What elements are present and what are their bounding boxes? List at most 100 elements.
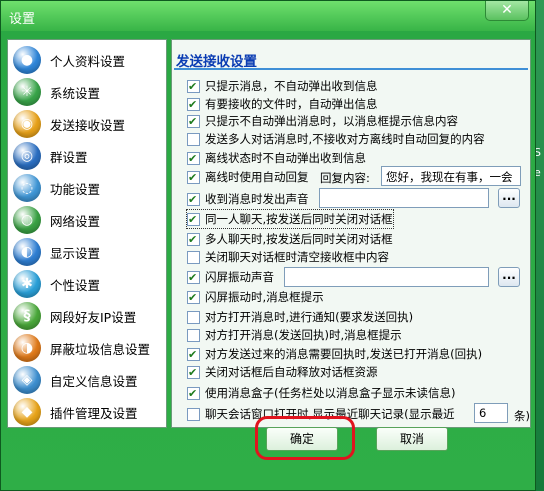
- checkbox[interactable]: [187, 192, 200, 206]
- checkbox[interactable]: [187, 79, 200, 93]
- sidebar-item-label: 网段好友IP设置: [50, 309, 137, 325]
- auto-reply-input[interactable]: 您好，我现在有事，一会: [381, 166, 521, 186]
- sidebar-item-label: 功能设置: [50, 181, 101, 197]
- recent-count-suffix: 条): [514, 409, 530, 423]
- send-receive-icon: ◉: [13, 110, 41, 138]
- checkbox[interactable]: [187, 132, 200, 146]
- option-checkbox-row[interactable]: 多人聊天时,按发送后同时关闭对话框: [187, 230, 393, 248]
- option-label: 对方打开消息时,进行通知(要求发送回执): [205, 310, 414, 324]
- option-label: 只提示不自动弹出消息时，以消息框提示信息内容: [205, 114, 458, 128]
- sidebar-item-label: 自定义信息设置: [50, 373, 138, 389]
- checkbox[interactable]: [187, 347, 200, 361]
- option-checkbox-row[interactable]: 离线时使用自动回复: [187, 168, 309, 186]
- option-checkbox-row[interactable]: 闪屏振动时,消息框提示: [187, 288, 324, 306]
- option-label: 离线状态时不自动弹出收到信息: [205, 151, 366, 165]
- checkbox[interactable]: [187, 407, 200, 421]
- sidebar-item-label: 个人资料设置: [50, 53, 126, 69]
- option-checkbox-row[interactable]: 对方打开消息(发送回执)时,消息框提示: [187, 326, 402, 344]
- recent-count-input[interactable]: 6: [474, 403, 508, 423]
- browse-flash-sound-button[interactable]: ...: [498, 267, 520, 287]
- close-button[interactable]: ✕: [485, 1, 529, 21]
- function-icon: ◌: [13, 174, 41, 202]
- flash-sound-path-input[interactable]: [284, 267, 489, 287]
- sidebar-item-label: 群设置: [50, 149, 88, 165]
- sidebar-item[interactable]: ◍ 网络设置: [8, 204, 166, 236]
- sidebar-item-label: 系统设置: [50, 85, 101, 101]
- title-bar[interactable]: 设置 ✕: [1, 1, 535, 31]
- ip-icon: §: [13, 302, 41, 330]
- sidebar-item[interactable]: ◉ 发送接收设置: [8, 108, 166, 140]
- system-icon: ✳: [13, 78, 41, 106]
- option-checkbox-row[interactable]: 有要接收的文件时，自动弹出信息: [187, 95, 378, 113]
- option-label: 收到消息时发出声音: [205, 192, 309, 206]
- sidebar-item[interactable]: ● 个人资料设置: [8, 44, 166, 76]
- checkbox[interactable]: [187, 151, 200, 165]
- option-label: 闪屏振动声音: [205, 270, 274, 284]
- option-label: 离线时使用自动回复: [205, 170, 309, 184]
- option-label: 对方打开消息(发送回执)时,消息框提示: [205, 328, 402, 342]
- option-label: 有要接收的文件时，自动弹出信息: [205, 97, 378, 111]
- settings-panel: 发送接收设置 只提示消息，不自动弹出收到信息有要接收的文件时，自动弹出信息只提示…: [171, 39, 531, 428]
- option-checkbox-row[interactable]: 离线状态时不自动弹出收到信息: [187, 149, 366, 167]
- sidebar-item-label: 个性设置: [50, 277, 101, 293]
- option-checkbox-row[interactable]: 收到消息时发出声音: [187, 190, 309, 208]
- sidebar-item-label: 发送接收设置: [50, 117, 126, 133]
- settings-sidebar: ● 个人资料设置 ✳ 系统设置 ◉ 发送接收设置 ◎ 群设置 ◌ 功能设置 ◍ 网络设置 ◐ 显示设置 ✱ 个…: [7, 39, 167, 428]
- checkbox[interactable]: [187, 114, 200, 128]
- checkbox[interactable]: [187, 310, 200, 324]
- option-label: 多人聊天时,按发送后同时关闭对话框: [205, 232, 393, 246]
- option-label: 同一人聊天,按发送后同时关闭对话框: [205, 212, 393, 226]
- personal-icon: ✱: [13, 270, 41, 298]
- sidebar-item[interactable]: ◐ 显示设置: [8, 236, 166, 268]
- option-checkbox-row[interactable]: 只提示不自动弹出消息时，以消息框提示信息内容: [187, 112, 458, 130]
- block-spam-icon: ◑: [13, 334, 41, 362]
- browse-sound-button[interactable]: ...: [498, 188, 520, 208]
- option-checkbox-row[interactable]: 闪屏振动声音: [187, 268, 274, 286]
- sidebar-item-label: 显示设置: [50, 245, 101, 261]
- plugin-icon: ◆: [13, 398, 41, 426]
- sound-path-input[interactable]: [319, 188, 489, 208]
- cancel-button[interactable]: 取消: [376, 427, 448, 451]
- sidebar-item[interactable]: § 网段好友IP设置: [8, 300, 166, 332]
- checkbox[interactable]: [187, 97, 200, 111]
- custom-info-icon: ◈: [13, 366, 41, 394]
- option-checkbox-row[interactable]: 只提示消息，不自动弹出收到信息: [187, 77, 378, 95]
- panel-title: 发送接收设置: [176, 54, 257, 70]
- option-label: 只提示消息，不自动弹出收到信息: [205, 79, 378, 93]
- window-title: 设置: [9, 12, 36, 27]
- checkbox[interactable]: [187, 270, 200, 284]
- checkbox[interactable]: [187, 250, 200, 264]
- network-icon: ◍: [13, 206, 41, 234]
- sidebar-item[interactable]: ◆ 插件管理及设置: [8, 396, 166, 428]
- option-checkbox-row[interactable]: 对方发送过来的消息需要回执时,发送已打开消息(回执): [187, 345, 482, 363]
- option-checkbox-row[interactable]: 同一人聊天,按发送后同时关闭对话框: [186, 209, 394, 229]
- sidebar-item[interactable]: ◈ 自定义信息设置: [8, 364, 166, 396]
- option-checkbox-row[interactable]: 发送多人对话消息时,不接收对方离线时自动回复的内容: [187, 130, 485, 148]
- sidebar-item[interactable]: ◎ 群设置: [8, 140, 166, 172]
- option-checkbox-row[interactable]: 使用消息盒子(任务栏处以消息盒子显示未读信息): [187, 384, 455, 402]
- group-icon: ◎: [13, 142, 41, 170]
- option-label: 关闭对话框后自动释放对话框资源: [205, 365, 378, 379]
- checkbox[interactable]: [187, 365, 200, 379]
- checkbox[interactable]: [187, 232, 200, 246]
- option-label: 使用消息盒子(任务栏处以消息盒子显示未读信息): [205, 386, 456, 400]
- checkbox[interactable]: [187, 328, 200, 342]
- option-label: 关闭聊天对话框时清空接收框中内容: [205, 250, 389, 264]
- sidebar-item-label: 屏蔽垃圾信息设置: [50, 341, 151, 357]
- checkbox[interactable]: [187, 386, 200, 400]
- sidebar-item[interactable]: ✱ 个性设置: [8, 268, 166, 300]
- panel-header: 发送接收设置: [174, 48, 528, 70]
- settings-window: 设置 ✕ ● 个人资料设置 ✳ 系统设置 ◉ 发送接收设置 ◎ 群设置 ◌ 功能设置 ◍ 网络设置 ◐ 显…: [0, 0, 536, 491]
- option-checkbox-row[interactable]: 关闭聊天对话框时清空接收框中内容: [187, 248, 389, 266]
- close-icon: ✕: [501, 2, 513, 18]
- option-checkbox-row[interactable]: 关闭对话框后自动释放对话框资源: [187, 363, 378, 381]
- sidebar-item[interactable]: ✳ 系统设置: [8, 76, 166, 108]
- checkbox[interactable]: [187, 212, 200, 226]
- option-checkbox-row[interactable]: 对方打开消息时,进行通知(要求发送回执): [187, 308, 413, 326]
- checkbox[interactable]: [187, 170, 200, 184]
- sidebar-item-label: 插件管理及设置: [50, 405, 138, 421]
- sidebar-item[interactable]: ◌ 功能设置: [8, 172, 166, 204]
- checkbox[interactable]: [187, 290, 200, 304]
- option-label: 闪屏振动时,消息框提示: [205, 290, 324, 304]
- sidebar-item[interactable]: ◑ 屏蔽垃圾信息设置: [8, 332, 166, 364]
